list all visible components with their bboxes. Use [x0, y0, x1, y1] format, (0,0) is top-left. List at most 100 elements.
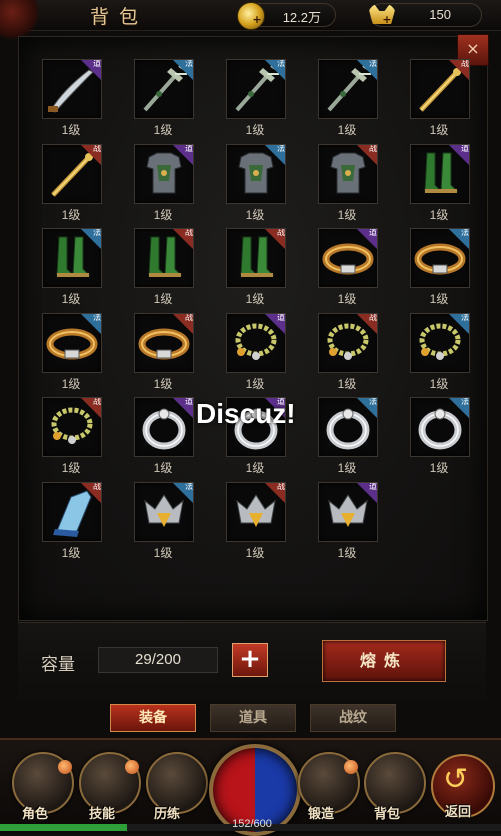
- item-slot[interactable]: 法: [226, 59, 286, 119]
- item-slot[interactable]: 战: [318, 144, 378, 204]
- item-slot[interactable]: 战: [410, 59, 470, 119]
- watermark: Discuz!: [196, 398, 296, 429]
- item-level: 1级: [61, 546, 81, 560]
- item-slot[interactable]: 道: [134, 397, 194, 457]
- item-slot[interactable]: 法: [410, 313, 470, 373]
- item-level: 1级: [245, 377, 265, 391]
- class-tag-label: 道: [185, 144, 193, 153]
- item-slot[interactable]: 战: [42, 482, 102, 542]
- class-tag-label: 道: [93, 59, 101, 68]
- item-slot[interactable]: 战: [226, 482, 286, 542]
- gold-currency[interactable]: + 12.2万: [237, 2, 336, 30]
- item-level: 1级: [61, 123, 81, 137]
- item-slot[interactable]: 道: [410, 144, 470, 204]
- tab-items[interactable]: 道具: [210, 704, 296, 732]
- item-level: 1级: [153, 208, 173, 222]
- class-tag-label: 战: [93, 482, 101, 491]
- item-slot[interactable]: 法: [42, 313, 102, 373]
- expand-capacity-button[interactable]: +: [232, 643, 268, 677]
- item-level: 1级: [153, 546, 173, 560]
- tab-runes[interactable]: 战纹: [310, 704, 396, 732]
- class-tag-label: 道: [369, 482, 377, 491]
- class-tag-label: 战: [93, 144, 101, 153]
- ingot-amount: 150: [429, 7, 451, 22]
- item-slot[interactable]: 道: [318, 228, 378, 288]
- item-level: 1级: [337, 377, 357, 391]
- item-level: 1级: [153, 123, 173, 137]
- ingot-currency[interactable]: + 150: [369, 3, 482, 27]
- item-slot[interactable]: 道: [134, 144, 194, 204]
- item-level: 1级: [245, 546, 265, 560]
- notify-dot-icon: [58, 760, 72, 774]
- capacity-value: 29/200: [98, 647, 218, 673]
- item-slot[interactable]: 战: [134, 313, 194, 373]
- item-level: 1级: [337, 461, 357, 475]
- item-slot[interactable]: 战: [318, 313, 378, 373]
- item-slot[interactable]: 法: [318, 397, 378, 457]
- item-slot[interactable]: 法: [410, 397, 470, 457]
- item-slot[interactable]: 战: [42, 144, 102, 204]
- item-level: 1级: [429, 461, 449, 475]
- item-level: 1级: [245, 123, 265, 137]
- hp-text: 152/600: [232, 818, 272, 830]
- nav-training-label: 历练: [154, 807, 181, 822]
- item-slot[interactable]: 法: [226, 144, 286, 204]
- nav-forge-label: 锻造: [308, 807, 335, 822]
- class-tag-label: 法: [369, 397, 377, 406]
- item-slot[interactable]: 战: [226, 228, 286, 288]
- class-tag-label: 道: [369, 228, 377, 237]
- nav-back-label: 返回: [445, 805, 472, 820]
- item-level: 1级: [153, 461, 173, 475]
- back-arrow-icon: ↺: [443, 762, 469, 797]
- class-tag-label: 法: [185, 482, 193, 491]
- item-level: 1级: [61, 377, 81, 391]
- notify-dot-icon: [344, 760, 358, 774]
- nav-bag-label: 背包: [374, 807, 401, 822]
- top-bar: 背包 + 12.2万 + 150: [0, 0, 501, 40]
- item-level: 1级: [61, 461, 81, 475]
- item-slot[interactable]: 道: [42, 59, 102, 119]
- class-tag-label: 法: [93, 313, 101, 322]
- item-slot[interactable]: 法: [42, 228, 102, 288]
- tab-equipment[interactable]: 装备: [110, 704, 196, 732]
- item-level: 1级: [337, 208, 357, 222]
- item-slot[interactable]: 法: [134, 482, 194, 542]
- smelt-button[interactable]: 熔炼: [322, 640, 446, 682]
- hp-bar-fill: [0, 824, 127, 831]
- class-tag-label: 战: [277, 482, 285, 491]
- add-ingot-icon[interactable]: +: [381, 14, 393, 26]
- item-level: 1级: [61, 208, 81, 222]
- item-slot[interactable]: 战: [42, 397, 102, 457]
- class-tag-label: 法: [461, 228, 469, 237]
- gold-amount: 12.2万: [282, 10, 321, 25]
- corner-ornament: [0, 0, 40, 40]
- nav-skills-label: 技能: [89, 807, 116, 822]
- class-tag-label: 道: [461, 144, 469, 153]
- item-slot[interactable]: 道: [226, 313, 286, 373]
- item-level: 1级: [337, 292, 357, 306]
- nav-character-label: 角色: [22, 807, 49, 822]
- item-level: 1级: [153, 292, 173, 306]
- item-level: 1级: [61, 292, 81, 306]
- item-level: 1级: [429, 377, 449, 391]
- class-tag-label: 战: [93, 397, 101, 406]
- class-tag-label: 战: [185, 313, 193, 322]
- capacity-label: 容量: [41, 655, 75, 675]
- page-title: 背包: [90, 6, 149, 28]
- item-level: 1级: [245, 208, 265, 222]
- class-tag-label: 法: [461, 397, 469, 406]
- item-slot[interactable]: 法: [410, 228, 470, 288]
- item-slot[interactable]: 法: [318, 59, 378, 119]
- class-tag-label: 法: [369, 59, 377, 68]
- item-level: 1级: [337, 546, 357, 560]
- class-tag-label: 法: [277, 144, 285, 153]
- class-tag-label: 道: [185, 397, 193, 406]
- class-tag-label: 战: [369, 313, 377, 322]
- item-slot[interactable]: 道: [318, 482, 378, 542]
- class-tag-label: 法: [93, 228, 101, 237]
- add-gold-icon[interactable]: +: [251, 14, 263, 26]
- item-slot[interactable]: 法: [134, 59, 194, 119]
- notify-dot-icon: [125, 760, 139, 774]
- class-tag-label: 道: [277, 313, 285, 322]
- item-slot[interactable]: 战: [134, 228, 194, 288]
